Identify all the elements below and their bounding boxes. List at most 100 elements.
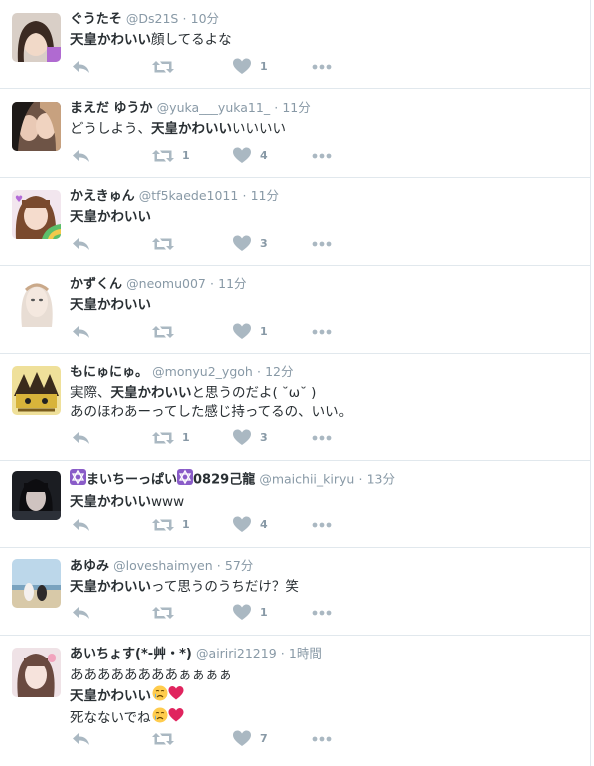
highlight-text: 天皇かわいい [151, 121, 232, 137]
tweet[interactable]: あいちょす(*-艸・*) @airiri21219 · 1時間 ああああああああ… [0, 636, 590, 766]
highlight-text: 天皇かわいい [70, 297, 151, 313]
tweet-header: まえだ ゆうか @yuka___yuka11_ · 11分 [70, 99, 580, 118]
retweet-icon[interactable] [152, 58, 174, 78]
more-icon[interactable] [312, 734, 332, 754]
heart-emoji [168, 707, 184, 729]
heart-icon[interactable] [233, 58, 251, 78]
avatar[interactable] [12, 102, 61, 151]
more-icon[interactable] [312, 608, 332, 628]
tweet[interactable]: まいちーっぱい 0829己龍 @maichii_kiryu · 13分 天皇かわい… [0, 461, 590, 548]
heart-emoji [168, 685, 184, 707]
tweet-header: まいちーっぱい 0829己龍 @maichii_kiryu · 13分 [70, 469, 580, 491]
tweet-text: 天皇かわいいって思うのうちだけ？笑 [70, 578, 580, 597]
tweet[interactable]: ♥ かえきゅん @tf5kaede1011 · 11分 天皇かわいい 3 [0, 178, 590, 266]
more-icon[interactable] [312, 151, 332, 171]
like-count: 1 [260, 325, 268, 338]
avatar[interactable]: ♥ [12, 190, 61, 239]
display-name[interactable]: かえきゅん [70, 189, 135, 204]
more-icon[interactable] [312, 62, 332, 82]
display-name[interactable]: ぐうたそ [70, 12, 122, 27]
avatar[interactable] [12, 559, 61, 608]
username[interactable]: @loveshaimyen [113, 558, 212, 573]
timestamp[interactable]: 57分 [225, 558, 253, 573]
reply-icon[interactable] [72, 147, 90, 167]
timestamp[interactable]: 12分 [265, 364, 293, 379]
display-name[interactable]: まえだ ゆうか [70, 101, 153, 116]
timestamp[interactable]: 13分 [367, 472, 395, 487]
display-name-suffix[interactable]: 0829己龍 [193, 473, 255, 488]
tweet-header: かえきゅん @tf5kaede1011 · 11分 [70, 187, 580, 206]
more-icon[interactable] [312, 327, 332, 347]
tweet[interactable]: まえだ ゆうか @yuka___yuka11_ · 11分 どうしよう、天皇かわ… [0, 89, 590, 178]
text-segment: 実際、 [70, 385, 111, 401]
heart-icon[interactable] [233, 429, 251, 449]
retweet-icon[interactable] [152, 323, 174, 343]
reply-icon[interactable] [72, 235, 90, 255]
avatar[interactable] [12, 366, 61, 415]
retweet-icon[interactable] [152, 147, 174, 167]
reply-icon[interactable] [72, 429, 90, 449]
reply-icon[interactable] [72, 323, 90, 343]
tweet-text: 天皇かわいい [70, 208, 580, 227]
retweet-icon[interactable] [152, 604, 174, 624]
heart-icon[interactable] [233, 235, 251, 255]
tweet[interactable]: もにゅにゅ。 @monyu2_ygoh · 12分 実際、天皇かわいいと思うのだ… [0, 354, 590, 461]
text-segment: www [151, 494, 185, 510]
highlight-text: 天皇かわいい [70, 494, 151, 510]
highlight-text: 天皇かわいい [70, 209, 151, 225]
timestamp[interactable]: 11分 [282, 100, 310, 115]
more-icon[interactable] [312, 433, 332, 453]
separator: · [182, 11, 187, 26]
like-count: 3 [260, 237, 268, 250]
retweet-icon[interactable] [152, 429, 174, 449]
retweet-icon[interactable] [152, 730, 174, 750]
retweet-icon[interactable] [152, 516, 174, 536]
retweet-icon[interactable] [152, 235, 174, 255]
display-name[interactable]: もにゅにゅ。 [70, 365, 148, 380]
avatar[interactable] [12, 13, 61, 62]
username[interactable]: @maichii_kiryu [259, 472, 354, 487]
timestamp[interactable]: 11分 [218, 276, 246, 291]
more-icon[interactable] [312, 520, 332, 540]
tweet[interactable]: あゆみ @loveshaimyen · 57分 天皇かわいいって思うのうちだけ？… [0, 548, 590, 636]
heart-icon[interactable] [233, 323, 251, 343]
heart-icon[interactable] [233, 516, 251, 536]
avatar[interactable] [12, 278, 61, 327]
timestamp[interactable]: 1時間 [289, 646, 322, 661]
heart-icon[interactable] [233, 147, 251, 167]
heart-icon[interactable] [233, 604, 251, 624]
tweet[interactable]: かずくん @neomu007 · 11分 天皇かわいい 1 [0, 266, 590, 354]
reply-icon[interactable] [72, 730, 90, 750]
tweet-actions: 1 [70, 58, 370, 78]
reply-icon[interactable] [72, 604, 90, 624]
display-name[interactable]: まいちーっぱい [86, 473, 177, 488]
username[interactable]: @monyu2_ygoh [152, 364, 253, 379]
avatar[interactable] [12, 648, 61, 697]
heart-icon[interactable] [233, 730, 251, 750]
username[interactable]: @Ds21S [126, 11, 178, 26]
display-name[interactable]: かずくん [70, 277, 122, 292]
timestamp[interactable]: 10分 [191, 11, 219, 26]
tweet[interactable]: ぐうたそ @Ds21S · 10分 天皇かわいい顔してるよな 1 [0, 0, 590, 89]
text-line: あのほわあーってした感じ持ってるの、いい。 [70, 403, 580, 422]
display-name[interactable]: あいちょす(*-艸・*) [70, 647, 192, 662]
more-icon[interactable] [312, 239, 332, 259]
username[interactable]: @yuka___yuka11_ [157, 100, 270, 115]
reply-icon[interactable] [72, 516, 90, 536]
tweet-text: どうしよう、天皇かわいいいいいい [70, 120, 580, 139]
tweet-actions: 1 [70, 323, 370, 343]
text-line: 死なないでね [70, 707, 580, 729]
text-segment: どうしよう、 [70, 121, 151, 137]
username[interactable]: @neomu007 [126, 276, 206, 291]
tweet-text: 天皇かわいい [70, 296, 580, 315]
reply-icon[interactable] [72, 58, 90, 78]
display-name[interactable]: あゆみ [70, 559, 109, 574]
avatar[interactable] [12, 471, 61, 520]
tweet-header: かずくん @neomu007 · 11分 [70, 275, 580, 294]
username[interactable]: @tf5kaede1011 [139, 188, 239, 203]
like-count: 7 [260, 732, 268, 745]
timestamp[interactable]: 11分 [251, 188, 279, 203]
star-of-david-emoji [177, 469, 194, 491]
text-line: 実際、天皇かわいいと思うのだよ( ˘ω˘ ) [70, 384, 580, 403]
username[interactable]: @airiri21219 [196, 646, 277, 661]
